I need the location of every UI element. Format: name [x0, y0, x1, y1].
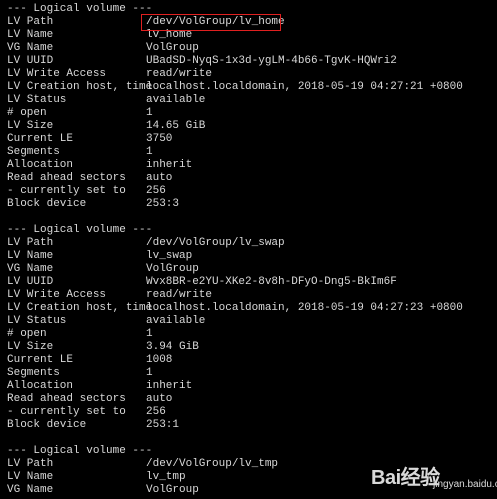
attribute-key: - currently set to [7, 185, 126, 197]
attribute-value: available [146, 315, 206, 327]
attribute-key: # open [7, 107, 47, 119]
attribute-value: inherit [146, 380, 193, 392]
attribute-value: Wvx8BR-e2YU-XKe2-8v8h-DFyO-Dng5-BkIm6F [146, 276, 397, 288]
attribute-value: 256 [146, 406, 166, 418]
attribute-value: available [146, 94, 206, 106]
attribute-key: Read ahead sectors [7, 172, 126, 184]
attribute-key: VG Name [7, 42, 54, 54]
section-header-text: --- Logical volume --- [7, 445, 153, 457]
attribute-key: VG Name [7, 263, 54, 275]
attribute-key: - currently set to [7, 406, 126, 418]
section-header-text: --- Logical volume --- [7, 224, 153, 236]
attribute-value: localhost.localdomain, 2018-05-19 04:27:… [146, 302, 463, 314]
attribute-value: auto [146, 393, 173, 405]
attribute-value: lv_tmp [146, 471, 186, 483]
attribute-key: VG Name [7, 484, 54, 496]
attribute-value: 1008 [146, 354, 173, 366]
attribute-value: inherit [146, 159, 193, 171]
attribute-value: read/write [146, 68, 213, 80]
attribute-key: LV Name [7, 29, 54, 41]
attribute-key: Segments [7, 146, 60, 158]
attribute-value: /dev/VolGroup/lv_swap [146, 237, 285, 249]
attribute-key: LV Creation host, time [7, 81, 153, 93]
attribute-key: Read ahead sectors [7, 393, 126, 405]
section-header: --- Logical volume --- [7, 224, 152, 237]
attribute-value: lv_swap [146, 250, 193, 262]
attribute-value: 14.65 GiB [146, 120, 206, 132]
attribute-value: 3.94 GiB [146, 341, 199, 353]
attribute-key: LV Size [7, 120, 54, 132]
attribute-value: VolGroup [146, 484, 199, 496]
attribute-value: auto [146, 172, 173, 184]
watermark-text: Bai经验 [371, 467, 440, 489]
attribute-value: VolGroup [146, 42, 199, 54]
attribute-value: VolGroup [146, 263, 199, 275]
attribute-key: LV Status [7, 94, 67, 106]
attribute-key: Block device [7, 198, 87, 210]
attribute-key: LV Path [7, 16, 54, 28]
attribute-value: read/write [146, 289, 213, 301]
watermark-logo: Bai经验 jingyan.baidu.com [371, 453, 497, 495]
attribute-key: LV Status [7, 315, 67, 327]
attribute-key: LV UUID [7, 276, 54, 288]
attribute-value: localhost.localdomain, 2018-05-19 04:27:… [146, 81, 463, 93]
attribute-key: Segments [7, 367, 60, 379]
attribute-key: LV Name [7, 471, 54, 483]
attribute-value: 256 [146, 185, 166, 197]
attribute-value: UBadSD-NyqS-1x3d-ygLM-4b66-TgvK-HQWri2 [146, 55, 397, 67]
attribute-key: LV Path [7, 458, 54, 470]
attribute-value: 253:3 [146, 198, 180, 210]
attribute-value: 1 [146, 146, 153, 158]
attribute-key: Allocation [7, 380, 74, 392]
attribute-key: LV UUID [7, 55, 54, 67]
attribute-key: Current LE [7, 354, 74, 366]
watermark-subtext: jingyan.baidu.com [433, 479, 497, 490]
attribute-key: LV Path [7, 237, 54, 249]
attribute-key: Block device [7, 419, 87, 431]
attribute-key: LV Size [7, 341, 54, 353]
lv-path-highlight-box [141, 14, 281, 31]
attribute-value: /dev/VolGroup/lv_tmp [146, 458, 279, 470]
attribute-value: 1 [146, 367, 153, 379]
attribute-value: 3750 [146, 133, 173, 145]
section-header: --- Logical volume --- [7, 3, 152, 16]
attribute-key: LV Write Access [7, 289, 107, 301]
attribute-key: Allocation [7, 159, 74, 171]
attribute-key: Current LE [7, 133, 74, 145]
attribute-key: LV Write Access [7, 68, 107, 80]
attribute-value: 1 [146, 107, 153, 119]
attribute-key: LV Name [7, 250, 54, 262]
attribute-value: 253:1 [146, 419, 180, 431]
attribute-key: # open [7, 328, 47, 340]
terminal-window[interactable]: --- Logical volume --- LV Path/dev/VolGro… [0, 0, 497, 499]
section-header: --- Logical volume --- [7, 445, 152, 458]
attribute-key: LV Creation host, time [7, 302, 153, 314]
attribute-value: 1 [146, 328, 153, 340]
section-header-text: --- Logical volume --- [7, 3, 153, 15]
